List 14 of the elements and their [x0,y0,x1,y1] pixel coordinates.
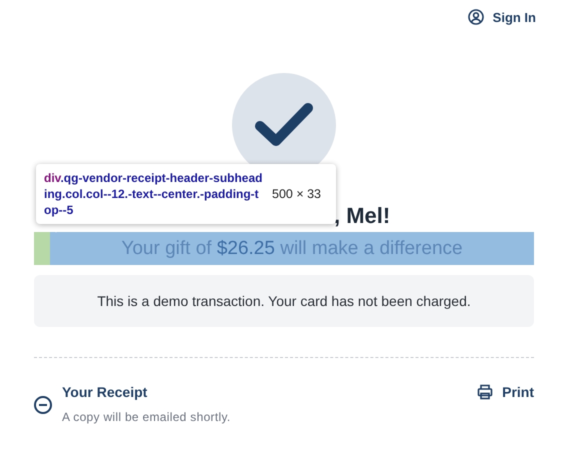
thank-you-heading: , Mel! [334,203,390,229]
print-button[interactable]: Print [477,384,534,400]
element-selector: div.qg-vendor-receipt-header-subheading.col.col--12.-text--center.-padding-top--5 [44,170,264,218]
receipt-title: Your Receipt [62,384,148,400]
gift-subheading: Your gift of $26.25 will make a difference [121,238,463,260]
receipt-note: A copy will be emailed shortly. [62,410,232,424]
user-icon [468,9,484,25]
printer-icon [477,384,494,400]
collapse-toggle[interactable] [34,396,52,414]
minus-circle-icon [34,396,52,414]
checkmark-icon [254,102,314,148]
demo-notice: This is a demo transaction. Your card has not been charged. [34,275,534,327]
element-size: 500 × 33 [272,187,322,201]
sign-in-link[interactable]: Sign In [468,9,536,25]
